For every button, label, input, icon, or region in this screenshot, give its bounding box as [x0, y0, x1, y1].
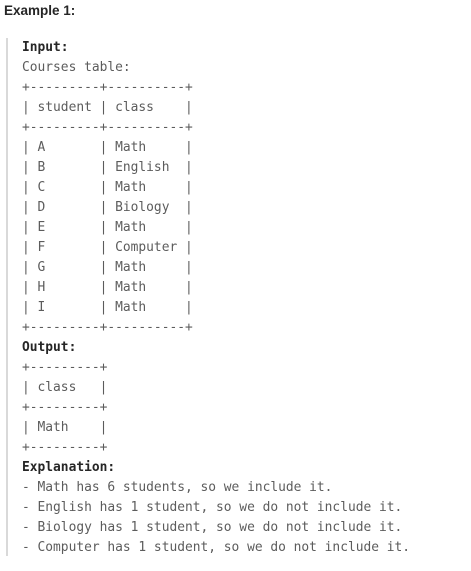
table-row: | Math | [22, 420, 108, 435]
table-header-row: | student | class | [22, 100, 193, 115]
table-header-row: | class | [22, 380, 108, 395]
table-row: | D | Biology | [22, 200, 193, 215]
input-line: Courses table: [22, 60, 131, 75]
table-row: | C | Math | [22, 180, 193, 195]
table-border-line: +---------+ [22, 360, 108, 375]
explanation-line: - Computer has 1 student, so we do not i… [22, 540, 411, 555]
input-label: Input: [22, 40, 69, 55]
table-row: | H | Math | [22, 280, 193, 295]
table-row: | G | Math | [22, 260, 193, 275]
table-border-line: +---------+ [22, 400, 108, 415]
table-row: | B | English | [22, 160, 193, 175]
table-border-line: +---------+ [22, 440, 108, 455]
table-border-line: +---------+----------+ [22, 320, 193, 335]
explanation-line: - English has 1 student, so we do not in… [22, 500, 403, 515]
example-block: Input: Courses table: +---------+---------… [6, 38, 468, 556]
table-row: | F | Computer | [22, 240, 193, 255]
explanation-line: - Math has 6 students, so we include it. [22, 480, 333, 495]
table-row: | I | Math | [22, 300, 193, 315]
output-label: Output: [22, 340, 77, 355]
table-row: | E | Math | [22, 220, 193, 235]
table-row: | A | Math | [22, 140, 193, 155]
explanation-label: Explanation: [22, 460, 116, 475]
example-heading: Example 1: [4, 3, 76, 18]
table-border-line: +---------+----------+ [22, 120, 193, 135]
example-code: Input: Courses table: +---------+---------… [22, 38, 410, 558]
table-border-line: +---------+----------+ [22, 80, 193, 95]
explanation-line: - Biology has 1 student, so we do not in… [22, 520, 403, 535]
